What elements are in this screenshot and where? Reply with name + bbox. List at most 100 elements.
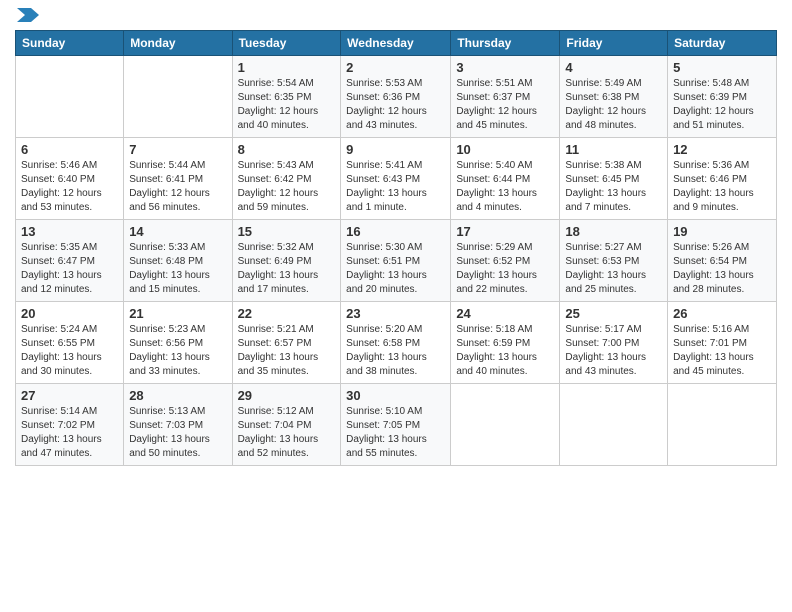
day-info: Sunrise: 5:49 AM Sunset: 6:38 PM Dayligh… xyxy=(565,77,662,133)
calendar-cell: 4 Sunrise: 5:49 AM Sunset: 6:38 PM Daylig… xyxy=(560,56,668,138)
calendar-cell: 18Sunrise: 5:27 AM Sunset: 6:53 PM Dayli… xyxy=(560,220,668,302)
page-container: SundayMondayTuesdayWednesdayThursdayFrid… xyxy=(0,0,792,476)
day-info: Sunrise: 5:35 AM Sunset: 6:47 PM Dayligh… xyxy=(21,241,118,297)
day-info: Sunrise: 5:16 AM Sunset: 7:01 PM Dayligh… xyxy=(673,323,771,379)
calendar-cell: 3Sunrise: 5:51 AM Sunset: 6:37 PM Daylig… xyxy=(451,56,560,138)
calendar-day-header: Thursday xyxy=(451,31,560,56)
day-info: Sunrise: 5:20 AM Sunset: 6:58 PM Dayligh… xyxy=(346,323,445,379)
day-info: Sunrise: 5:36 AM Sunset: 6:46 PM Dayligh… xyxy=(673,159,771,215)
day-number: 6 xyxy=(21,142,118,157)
calendar-week-row: 20Sunrise: 5:24 AM Sunset: 6:55 PM Dayli… xyxy=(16,302,777,384)
day-info: Sunrise: 5:17 AM Sunset: 7:00 PM Dayligh… xyxy=(565,323,662,379)
calendar-day-header: Friday xyxy=(560,31,668,56)
calendar-cell xyxy=(668,384,777,466)
calendar-cell: 13 Sunrise: 5:35 AM Sunset: 6:47 PM Dayli… xyxy=(16,220,124,302)
calendar-day-header: Tuesday xyxy=(232,31,341,56)
calendar-cell: 1Sunrise: 5:54 AM Sunset: 6:35 PM Daylig… xyxy=(232,56,341,138)
calendar-cell xyxy=(560,384,668,466)
calendar-table: SundayMondayTuesdayWednesdayThursdayFrid… xyxy=(15,30,777,466)
day-number: 1 xyxy=(238,60,336,75)
calendar-cell: 22Sunrise: 5:21 AM Sunset: 6:57 PM Dayli… xyxy=(232,302,341,384)
calendar-day-header: Saturday xyxy=(668,31,777,56)
day-info: Sunrise: 5:12 AM Sunset: 7:04 PM Dayligh… xyxy=(238,405,336,461)
day-info: Sunrise: 5:43 AM Sunset: 6:42 PM Dayligh… xyxy=(238,159,336,215)
day-info: Sunrise: 5:53 AM Sunset: 6:36 PM Dayligh… xyxy=(346,77,445,133)
day-number: 30 xyxy=(346,388,445,403)
day-info: Sunrise: 5:10 AM Sunset: 7:05 PM Dayligh… xyxy=(346,405,445,461)
day-number: 19 xyxy=(673,224,771,239)
day-number: 14 xyxy=(129,224,226,239)
calendar-cell: 15 Sunrise: 5:32 AM Sunset: 6:49 PM Dayli… xyxy=(232,220,341,302)
calendar-cell: 24 Sunrise: 5:18 AM Sunset: 6:59 PM Dayli… xyxy=(451,302,560,384)
day-number: 23 xyxy=(346,306,445,321)
day-info: Sunrise: 5:14 AM Sunset: 7:02 PM Dayligh… xyxy=(21,405,118,461)
day-number: 22 xyxy=(238,306,336,321)
calendar-cell: 17 Sunrise: 5:29 AM Sunset: 6:52 PM Dayli… xyxy=(451,220,560,302)
day-number: 16 xyxy=(346,224,445,239)
day-info: Sunrise: 5:46 AM Sunset: 6:40 PM Dayligh… xyxy=(21,159,118,215)
day-number: 2 xyxy=(346,60,445,75)
day-info: Sunrise: 5:51 AM Sunset: 6:37 PM Dayligh… xyxy=(456,77,554,133)
calendar-cell: 9 Sunrise: 5:41 AM Sunset: 6:43 PM Daylig… xyxy=(341,138,451,220)
calendar-cell: 7Sunrise: 5:44 AM Sunset: 6:41 PM Daylig… xyxy=(124,138,232,220)
calendar-cell: 11Sunrise: 5:38 AM Sunset: 6:45 PM Dayli… xyxy=(560,138,668,220)
calendar-week-row: 13 Sunrise: 5:35 AM Sunset: 6:47 PM Dayli… xyxy=(16,220,777,302)
calendar-cell: 26 Sunrise: 5:16 AM Sunset: 7:01 PM Dayli… xyxy=(668,302,777,384)
day-number: 10 xyxy=(456,142,554,157)
day-number: 9 xyxy=(346,142,445,157)
calendar-cell: 6 Sunrise: 5:46 AM Sunset: 6:40 PM Daylig… xyxy=(16,138,124,220)
day-number: 8 xyxy=(238,142,336,157)
logo xyxy=(15,10,39,22)
calendar-cell xyxy=(451,384,560,466)
calendar-cell: 29Sunrise: 5:12 AM Sunset: 7:04 PM Dayli… xyxy=(232,384,341,466)
calendar-cell: 27 Sunrise: 5:14 AM Sunset: 7:02 PM Dayli… xyxy=(16,384,124,466)
day-number: 24 xyxy=(456,306,554,321)
day-number: 12 xyxy=(673,142,771,157)
calendar-cell: 28 Sunrise: 5:13 AM Sunset: 7:03 PM Dayli… xyxy=(124,384,232,466)
calendar-cell: 5Sunrise: 5:48 AM Sunset: 6:39 PM Daylig… xyxy=(668,56,777,138)
day-number: 13 xyxy=(21,224,118,239)
day-info: Sunrise: 5:48 AM Sunset: 6:39 PM Dayligh… xyxy=(673,77,771,133)
calendar-cell: 16 Sunrise: 5:30 AM Sunset: 6:51 PM Dayli… xyxy=(341,220,451,302)
day-info: Sunrise: 5:40 AM Sunset: 6:44 PM Dayligh… xyxy=(456,159,554,215)
day-number: 17 xyxy=(456,224,554,239)
calendar-day-header: Sunday xyxy=(16,31,124,56)
calendar-cell: 8 Sunrise: 5:43 AM Sunset: 6:42 PM Daylig… xyxy=(232,138,341,220)
calendar-cell: 14 Sunrise: 5:33 AM Sunset: 6:48 PM Dayli… xyxy=(124,220,232,302)
day-number: 28 xyxy=(129,388,226,403)
day-info: Sunrise: 5:18 AM Sunset: 6:59 PM Dayligh… xyxy=(456,323,554,379)
calendar-cell: 19 Sunrise: 5:26 AM Sunset: 6:54 PM Dayli… xyxy=(668,220,777,302)
day-number: 18 xyxy=(565,224,662,239)
calendar-cell: 2 Sunrise: 5:53 AM Sunset: 6:36 PM Daylig… xyxy=(341,56,451,138)
day-number: 20 xyxy=(21,306,118,321)
day-number: 15 xyxy=(238,224,336,239)
logo-icon xyxy=(17,6,39,24)
calendar-cell: 20Sunrise: 5:24 AM Sunset: 6:55 PM Dayli… xyxy=(16,302,124,384)
calendar-week-row: 27 Sunrise: 5:14 AM Sunset: 7:02 PM Dayli… xyxy=(16,384,777,466)
day-number: 4 xyxy=(565,60,662,75)
day-info: Sunrise: 5:32 AM Sunset: 6:49 PM Dayligh… xyxy=(238,241,336,297)
day-number: 27 xyxy=(21,388,118,403)
day-info: Sunrise: 5:29 AM Sunset: 6:52 PM Dayligh… xyxy=(456,241,554,297)
calendar-header-row: SundayMondayTuesdayWednesdayThursdayFrid… xyxy=(16,31,777,56)
header xyxy=(15,10,777,22)
logo-line1 xyxy=(15,10,39,24)
day-info: Sunrise: 5:23 AM Sunset: 6:56 PM Dayligh… xyxy=(129,323,226,379)
calendar-cell xyxy=(124,56,232,138)
calendar-cell: 23 Sunrise: 5:20 AM Sunset: 6:58 PM Dayli… xyxy=(341,302,451,384)
day-info: Sunrise: 5:30 AM Sunset: 6:51 PM Dayligh… xyxy=(346,241,445,297)
calendar-week-row: 1Sunrise: 5:54 AM Sunset: 6:35 PM Daylig… xyxy=(16,56,777,138)
day-info: Sunrise: 5:26 AM Sunset: 6:54 PM Dayligh… xyxy=(673,241,771,297)
calendar-cell: 12 Sunrise: 5:36 AM Sunset: 6:46 PM Dayli… xyxy=(668,138,777,220)
day-info: Sunrise: 5:13 AM Sunset: 7:03 PM Dayligh… xyxy=(129,405,226,461)
day-info: Sunrise: 5:33 AM Sunset: 6:48 PM Dayligh… xyxy=(129,241,226,297)
day-number: 21 xyxy=(129,306,226,321)
calendar-week-row: 6 Sunrise: 5:46 AM Sunset: 6:40 PM Daylig… xyxy=(16,138,777,220)
day-info: Sunrise: 5:41 AM Sunset: 6:43 PM Dayligh… xyxy=(346,159,445,215)
day-number: 26 xyxy=(673,306,771,321)
calendar-cell xyxy=(16,56,124,138)
day-number: 25 xyxy=(565,306,662,321)
day-number: 11 xyxy=(565,142,662,157)
calendar-day-header: Monday xyxy=(124,31,232,56)
calendar-cell: 30 Sunrise: 5:10 AM Sunset: 7:05 PM Dayli… xyxy=(341,384,451,466)
